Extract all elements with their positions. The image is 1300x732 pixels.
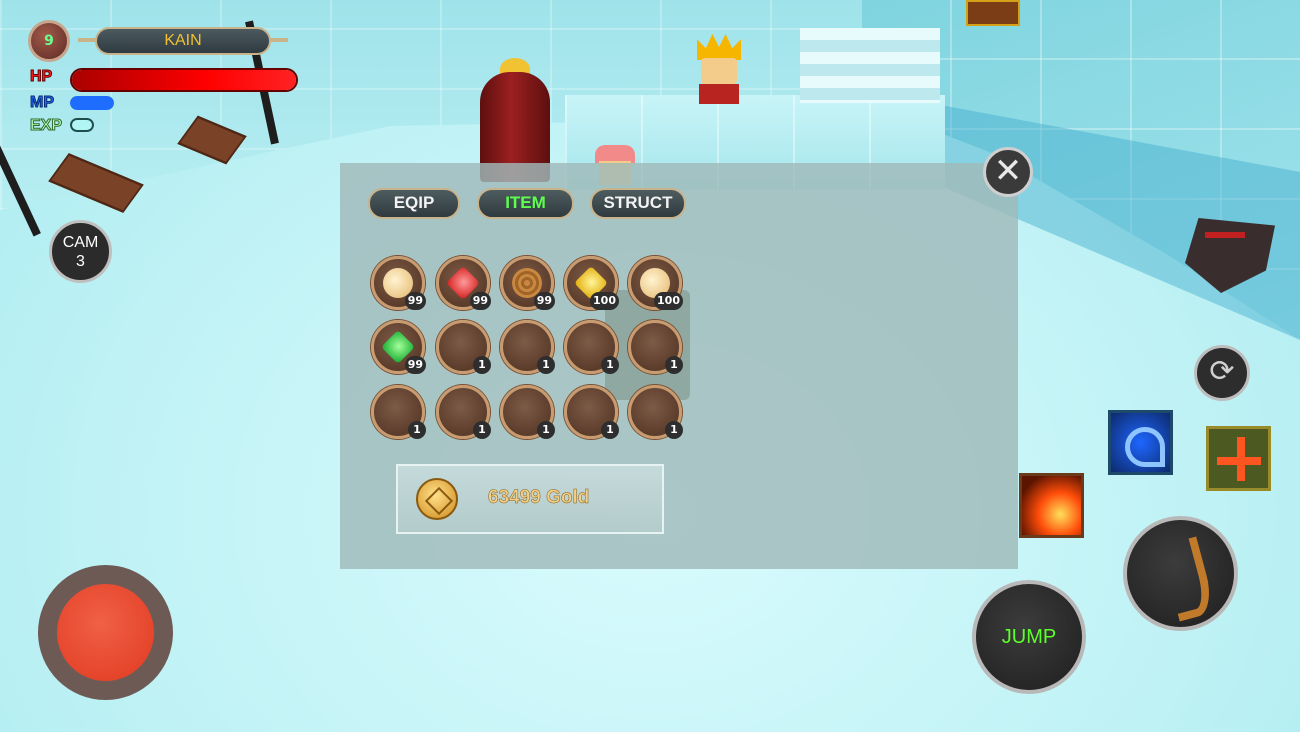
item-count: 1: [473, 356, 491, 374]
level-badge: 9: [28, 20, 70, 62]
item-count: 1: [601, 356, 619, 374]
hp-label: HP: [29, 68, 53, 86]
mp-bar-fill: [70, 96, 114, 110]
inventory-slot[interactable]: 1: [500, 385, 555, 439]
tab-item[interactable]: ITEM: [477, 188, 574, 219]
king-npc[interactable]: [695, 34, 743, 104]
hp-bar: [70, 68, 298, 92]
inventory-slot[interactable]: 99: [436, 256, 491, 310]
camera-value: 3: [76, 253, 85, 270]
item-count: 1: [601, 421, 619, 439]
exp-bar-fill: [70, 118, 94, 132]
inventory-slot[interactable]: 1: [371, 385, 426, 439]
gold-amount: 63499 Gold: [488, 487, 590, 509]
king-body: [699, 84, 739, 104]
exp-label: EXP: [29, 117, 63, 135]
player-name: KAIN: [164, 32, 202, 49]
robot-eye: [1205, 232, 1245, 238]
jump-button[interactable]: JUMP: [972, 580, 1086, 694]
inventory-slot[interactable]: 1: [564, 320, 619, 374]
tab-struct[interactable]: STRUCT: [590, 188, 686, 219]
exp-bar: [70, 118, 94, 132]
close-icon[interactable]: ✕: [983, 147, 1033, 197]
item-count: 99: [533, 292, 555, 310]
treasure-chest: [966, 0, 1020, 26]
rotate-icon[interactable]: ⟳: [1194, 345, 1250, 401]
mp-bar: [70, 96, 114, 110]
camera-button[interactable]: CAM 3: [49, 220, 112, 283]
inventory-slot[interactable]: 1: [436, 385, 491, 439]
mp-label: MP: [30, 94, 55, 112]
claw-skill-icon[interactable]: [1108, 410, 1173, 475]
item-count: 1: [665, 421, 683, 439]
item-count: 1: [537, 421, 555, 439]
inventory-slot[interactable]: 100: [628, 256, 683, 310]
inventory-slot[interactable]: 99: [371, 256, 426, 310]
tab-eqip[interactable]: EQIP: [368, 188, 460, 219]
gold-coin-icon: [416, 478, 458, 520]
crown: [697, 34, 741, 60]
item-count: 99: [404, 292, 426, 310]
ice-stairs: [800, 28, 940, 103]
inventory-slot[interactable]: 1: [564, 385, 619, 439]
player-name-plate: KAIN: [95, 27, 271, 55]
inventory-slot[interactable]: 99: [371, 320, 426, 374]
inventory-slot[interactable]: 1: [436, 320, 491, 374]
name-plate-wing: [268, 38, 288, 42]
inventory-slot[interactable]: 1: [500, 320, 555, 374]
item-count: 1: [408, 421, 426, 439]
item-count: 99: [404, 356, 426, 374]
fireball-skill-icon[interactable]: [1019, 473, 1084, 538]
plus-skill-icon[interactable]: [1206, 426, 1271, 491]
hp-bar-fill: [72, 70, 296, 90]
inventory-slot[interactable]: 1: [628, 320, 683, 374]
joystick-knob[interactable]: [57, 584, 154, 681]
inventory-slot[interactable]: 99: [500, 256, 555, 310]
king-face: [701, 58, 737, 84]
inventory-slot[interactable]: 1: [628, 385, 683, 439]
item-count: 99: [469, 292, 491, 310]
level-value: 9: [44, 33, 54, 49]
item-count: 100: [654, 292, 683, 310]
camera-label: CAM: [62, 234, 99, 251]
item-count: 100: [590, 292, 619, 310]
inventory-slot[interactable]: 100: [564, 256, 619, 310]
item-count: 1: [665, 356, 683, 374]
bow-icon[interactable]: [1123, 516, 1238, 631]
item-count: 1: [473, 421, 491, 439]
item-count: 1: [537, 356, 555, 374]
